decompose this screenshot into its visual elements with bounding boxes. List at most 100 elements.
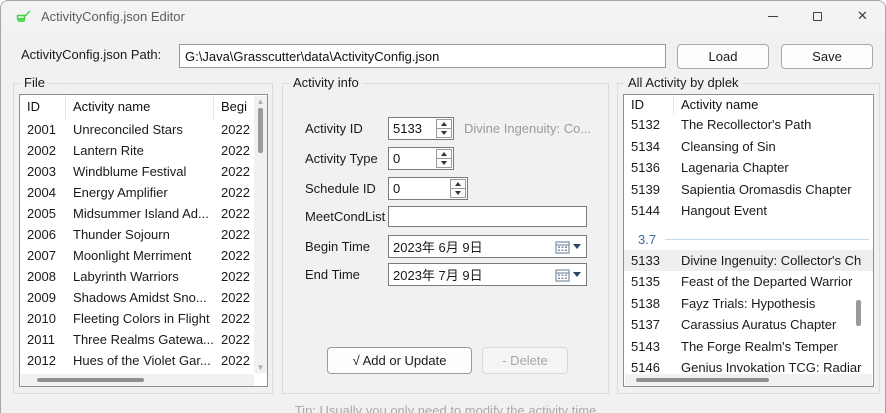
all-activity-table-row[interactable]: 5134Cleansing of Sin xyxy=(624,136,873,158)
maximize-button[interactable] xyxy=(795,1,840,31)
activity-id-input[interactable] xyxy=(389,118,435,139)
file-table-row[interactable]: 2011Three Realms Gatewa...2022 xyxy=(20,329,267,350)
cell-id: 2002 xyxy=(20,140,66,161)
meetcondlist-input[interactable] xyxy=(388,206,587,227)
path-input[interactable] xyxy=(179,44,666,68)
up-arrow-icon xyxy=(455,182,461,186)
all-activity-table-row[interactable]: 5144Hangout Event xyxy=(624,200,873,222)
cell-id: 5134 xyxy=(624,136,674,158)
scroll-down-icon[interactable]: ▼ xyxy=(254,362,267,373)
all-hscroll-thumb[interactable] xyxy=(636,378,769,382)
all-activity-table-row[interactable]: 5136Lagenaria Chapter xyxy=(624,157,873,179)
schedule-id-stepper[interactable] xyxy=(388,177,468,200)
path-label: ActivityConfig.json Path: xyxy=(21,47,161,62)
file-table-row[interactable]: 2007Moonlight Merriment2022 xyxy=(20,245,267,266)
file-table-row[interactable]: 2008Labyrinth Warriors2022 xyxy=(20,266,267,287)
activity-id-stepper[interactable] xyxy=(388,117,454,140)
spin-up-button[interactable] xyxy=(437,120,451,128)
cell-activity-name: Unreconciled Stars xyxy=(66,119,214,140)
cell-activity-name: Divine Ingenuity: Collector's Ch xyxy=(674,250,873,272)
file-table-row[interactable]: 2002Lantern Rite2022 xyxy=(20,140,267,161)
cell-id: 2009 xyxy=(20,287,66,308)
begin-time-datepicker[interactable]: 2023年 6月 9日 xyxy=(388,235,587,258)
file-table-row[interactable]: 2003Windblume Festival2022 xyxy=(20,161,267,182)
cell-activity-name: Hangout Event xyxy=(674,200,873,222)
meetcondlist-label: MeetCondList xyxy=(305,209,385,224)
file-table: ID Activity name Begi 2001Unreconciled S… xyxy=(19,94,268,387)
cell-id: 5138 xyxy=(624,293,674,315)
begin-time-value: 2023年 6月 9日 xyxy=(389,237,555,256)
activity-type-stepper[interactable] xyxy=(388,147,454,170)
schedule-id-label: Schedule ID xyxy=(305,181,376,196)
schedule-id-input[interactable] xyxy=(389,178,449,199)
activity-info-groupbox: Activity info Activity ID Divine Ingenui… xyxy=(282,83,609,394)
file-vscroll-thumb[interactable] xyxy=(258,108,263,153)
file-group-title: File xyxy=(20,75,49,90)
all-activity-table-rows: 5132The Recollector's Path5134Cleansing … xyxy=(624,114,873,379)
cell-id: 2010 xyxy=(20,308,66,329)
all-activity-table-row[interactable]: 5139Sapientia Oromasdis Chapter xyxy=(624,179,873,201)
spin-up-button[interactable] xyxy=(451,180,465,188)
cell-activity-name: Fayz Trials: Hypothesis xyxy=(674,293,873,315)
cell-activity-name: Moonlight Merriment xyxy=(66,245,214,266)
cell-id: 2011 xyxy=(20,329,66,350)
minimize-button[interactable] xyxy=(750,1,795,31)
load-button[interactable]: Load xyxy=(677,44,769,69)
window-title: ActivityConfig.json Editor xyxy=(41,9,185,24)
activity-id-spin-buttons xyxy=(436,119,452,138)
file-table-row[interactable]: 2012Hues of the Violet Gar...2022 xyxy=(20,350,267,371)
cell-id: 5132 xyxy=(624,114,674,136)
end-time-label: End Time xyxy=(305,267,360,282)
spin-down-button[interactable] xyxy=(437,158,451,167)
all-vscroll-thumb[interactable] xyxy=(856,300,861,326)
spin-down-button[interactable] xyxy=(437,128,451,137)
activity-type-input[interactable] xyxy=(389,148,435,169)
cell-id: 2008 xyxy=(20,266,66,287)
add-or-update-button[interactable]: √ Add or Update xyxy=(327,347,472,374)
save-button[interactable]: Save xyxy=(781,44,873,69)
cell-activity-name: Labyrinth Warriors xyxy=(66,266,214,287)
file-table-row[interactable]: 2001Unreconciled Stars2022 xyxy=(20,119,267,140)
cell-id: 2005 xyxy=(20,203,66,224)
cell-activity-name: Midsummer Island Ad... xyxy=(66,203,214,224)
column-header-id[interactable]: ID xyxy=(20,95,66,119)
activity-id-label: Activity ID xyxy=(305,121,363,136)
file-table-row[interactable]: 2009Shadows Amidst Sno...2022 xyxy=(20,287,267,308)
activity-type-spin-buttons xyxy=(436,149,452,168)
spin-up-button[interactable] xyxy=(437,150,451,158)
down-arrow-icon xyxy=(441,161,447,165)
dropdown-arrow-icon[interactable] xyxy=(573,244,581,249)
spin-down-button[interactable] xyxy=(451,188,465,197)
file-horizontal-scrollbar[interactable] xyxy=(21,374,254,386)
file-table-row[interactable]: 2006Thunder Sojourn2022 xyxy=(20,224,267,245)
all-activity-table-row[interactable]: 5137Carassius Auratus Chapter xyxy=(624,314,873,336)
column-header-activity-name[interactable]: Activity name xyxy=(674,95,873,114)
all-activity-table-row[interactable]: 5138Fayz Trials: Hypothesis xyxy=(624,293,873,315)
file-hscroll-thumb[interactable] xyxy=(37,378,144,382)
all-activity-table-row[interactable]: 5133Divine Ingenuity: Collector's Ch xyxy=(624,250,873,272)
close-button[interactable]: ✕ xyxy=(840,1,885,31)
begin-time-label: Begin Time xyxy=(305,239,370,254)
all-activity-table-row[interactable]: 5132The Recollector's Path xyxy=(624,114,873,136)
schedule-id-spin-buttons xyxy=(450,179,466,198)
file-vertical-scrollbar[interactable]: ▲ ▼ xyxy=(254,96,267,373)
dropdown-arrow-icon[interactable] xyxy=(573,272,581,277)
up-arrow-icon xyxy=(441,152,447,156)
all-activity-table-row[interactable]: 5143The Forge Realm's Temper xyxy=(624,336,873,358)
cell-activity-name: Feast of the Departed Warrior xyxy=(674,271,873,293)
cell-activity-name: Shadows Amidst Sno... xyxy=(66,287,214,308)
column-header-id[interactable]: ID xyxy=(624,95,674,114)
cell-activity-name: The Recollector's Path xyxy=(674,114,873,136)
file-table-row[interactable]: 2004Energy Amplifier2022 xyxy=(20,182,267,203)
all-horizontal-scrollbar[interactable] xyxy=(625,374,872,386)
file-table-row[interactable]: 2010Fleeting Colors in Flight2022 xyxy=(20,308,267,329)
list-group-header: 3.7 xyxy=(624,222,873,250)
cell-id: 2003 xyxy=(20,161,66,182)
file-table-row[interactable]: 2005Midsummer Island Ad...2022 xyxy=(20,203,267,224)
file-table-rows: 2001Unreconciled Stars20222002Lantern Ri… xyxy=(20,119,267,387)
end-time-datepicker[interactable]: 2023年 7月 9日 xyxy=(388,263,587,286)
column-header-activity-name[interactable]: Activity name xyxy=(66,95,214,119)
all-activity-table-row[interactable]: 5135Feast of the Departed Warrior xyxy=(624,271,873,293)
cell-activity-name: Thunder Sojourn xyxy=(66,224,214,245)
scroll-up-icon[interactable]: ▲ xyxy=(254,96,267,107)
